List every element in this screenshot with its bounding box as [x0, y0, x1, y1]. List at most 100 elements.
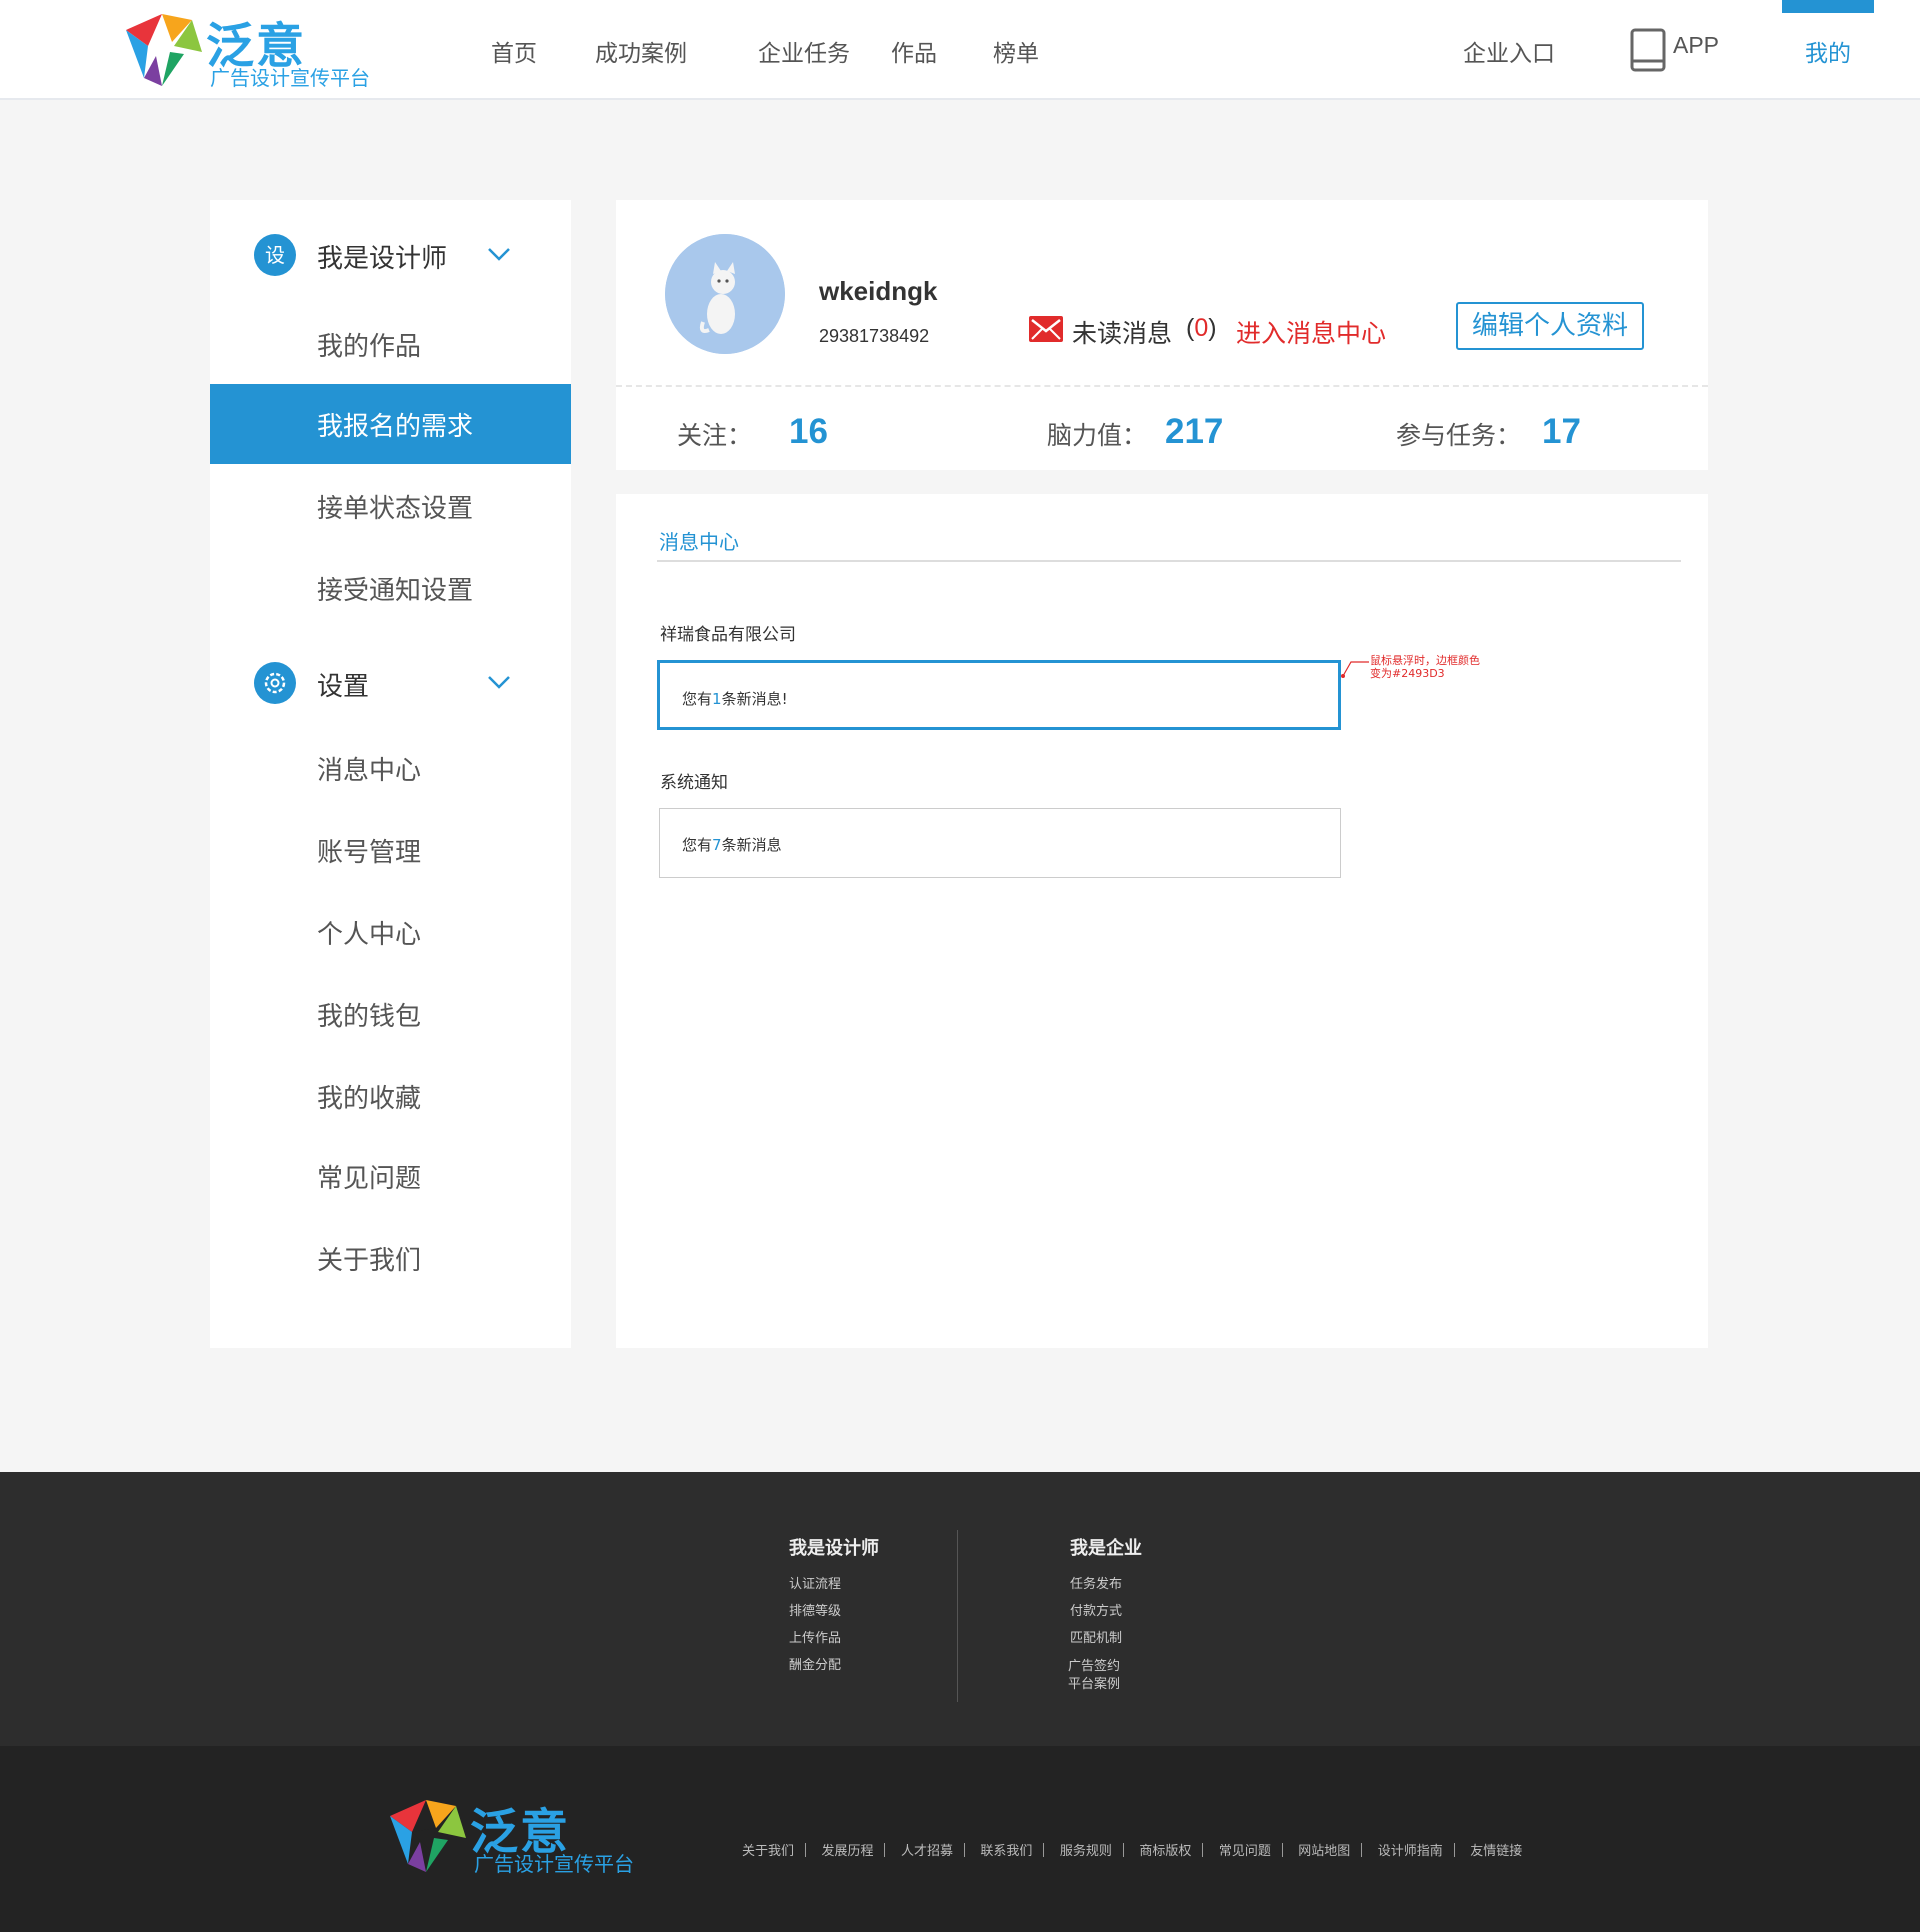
sidebar-item-message-center[interactable]: 消息中心: [210, 728, 571, 808]
sidebar-section-designer[interactable]: 设 我是设计师: [210, 224, 571, 284]
footer-link[interactable]: 付款方式: [1070, 1600, 1122, 1619]
nav-home[interactable]: 首页: [491, 34, 537, 68]
message-center-title: 消息中心: [659, 530, 739, 554]
nav-success-cases[interactable]: 成功案例: [595, 34, 687, 68]
sidebar-item-label: 关于我们: [317, 1246, 422, 1276]
site-logo[interactable]: 泛意 广告设计宣传平台: [122, 10, 382, 90]
footer-link[interactable]: 排德等级: [789, 1600, 841, 1619]
sidebar-item-account-management[interactable]: 账号管理: [210, 810, 571, 890]
message-group-label: 系统通知: [660, 773, 728, 793]
footer-designer-title: 我是设计师: [789, 1538, 879, 1559]
sidebar-item-notification-settings[interactable]: 接受通知设置: [210, 548, 571, 628]
stat-follow-label: 关注：: [677, 421, 753, 450]
nav-mine-label: 我的: [1805, 41, 1851, 67]
sidebar-item-label: 消息中心: [317, 756, 422, 786]
footer-link-careers[interactable]: 人才招募: [901, 1844, 953, 1859]
footer-link[interactable]: 平台案例: [1068, 1673, 1120, 1692]
sidebar-item-label: 个人中心: [317, 920, 422, 950]
active-tab-indicator: [1782, 0, 1874, 13]
footer-link-trademark[interactable]: 商标版权: [1139, 1844, 1191, 1859]
sidebar-item-label: 接单状态设置: [317, 494, 474, 524]
message-item[interactable]: 您有7条新消息: [659, 808, 1341, 878]
sidebar-item-label: 常见问题: [317, 1164, 422, 1194]
message-group-label: 祥瑞食品有限公司: [660, 625, 796, 645]
footer-bottom: 泛意 广告设计宣传平台 关于我们 发展历程 人才招募 联系我们 服务规则 商标版…: [0, 1746, 1920, 1932]
footer-link[interactable]: 酬金分配: [789, 1654, 841, 1673]
footer-link-friend-links[interactable]: 友情链接: [1470, 1844, 1522, 1859]
footer-column-divider: [957, 1530, 958, 1702]
sidebar-item-label: 接受通知设置: [317, 576, 474, 606]
stat-follow-value[interactable]: 16: [789, 412, 828, 452]
separator: [1122, 1843, 1124, 1857]
username: wkeidngk: [819, 276, 938, 306]
designer-badge-icon: 设: [254, 234, 296, 276]
footer-link[interactable]: 上传作品: [789, 1627, 841, 1646]
cat-avatar-icon: [665, 234, 785, 354]
footer-link-contact[interactable]: 联系我们: [980, 1844, 1032, 1859]
sidebar: 设 我是设计师 我的作品 我报名的需求 接单状态设置 接受通知设置 设置 消息中…: [210, 200, 571, 1348]
separator: [963, 1843, 965, 1857]
sidebar-item-my-wallet[interactable]: 我的钱包: [210, 974, 571, 1054]
sidebar-item-faq[interactable]: 常见问题: [210, 1136, 571, 1216]
footer-logo[interactable]: 泛意 广告设计宣传平台: [386, 1796, 656, 1876]
footer-link-service-rules[interactable]: 服务规则: [1060, 1844, 1112, 1859]
footer-link-faq[interactable]: 常见问题: [1219, 1844, 1271, 1859]
user-id: 29381738492: [819, 326, 930, 346]
footer-link[interactable]: 认证流程: [789, 1573, 841, 1592]
sidebar-item-label: 我的收藏: [317, 1084, 422, 1114]
stat-brainpower-value: 217: [1165, 412, 1224, 451]
app-label: APP: [1673, 32, 1720, 58]
edit-profile-button[interactable]: 编辑个人资料: [1456, 302, 1644, 350]
enter-message-center-link[interactable]: 进入消息中心: [1236, 314, 1386, 350]
sidebar-item-order-status-settings[interactable]: 接单状态设置: [210, 466, 571, 546]
separator: [805, 1843, 807, 1857]
logo-subtitle: 广告设计宣传平台: [210, 66, 370, 90]
footer-enterprise-title: 我是企业: [1070, 1538, 1142, 1559]
footer-link-sitemap[interactable]: 网站地图: [1298, 1844, 1350, 1859]
avatar[interactable]: [665, 234, 785, 354]
footer-link[interactable]: 匹配机制: [1070, 1627, 1122, 1646]
nav-works[interactable]: 作品: [891, 34, 937, 68]
unread-count-value: 0: [1194, 314, 1209, 342]
footer-link[interactable]: 广告签约: [1068, 1655, 1120, 1674]
nav-mine[interactable]: 我的: [1782, 0, 1874, 80]
message-item[interactable]: 您有1条新消息!: [657, 660, 1341, 730]
gear-icon: [254, 662, 296, 704]
sidebar-section-label: 我是设计师: [317, 244, 448, 274]
footer-bottom-links: 关于我们 发展历程 人才招募 联系我们 服务规则 商标版权 常见问题 网站地图 …: [742, 1840, 1522, 1860]
top-header: 泛意 广告设计宣传平台 首页 成功案例 企业任务 作品 榜单 企业入口 APP …: [0, 0, 1920, 100]
footer-link-history[interactable]: 发展历程: [821, 1844, 873, 1859]
footer-link-designer-guide[interactable]: 设计师指南: [1378, 1844, 1443, 1859]
sidebar-item-label: 我的钱包: [317, 1002, 422, 1032]
message-center-panel: 消息中心 祥瑞食品有限公司 您有1条新消息! 鼠标悬浮时，边框颜色变为#2493…: [616, 494, 1708, 1348]
separator: [1281, 1843, 1283, 1857]
chevron-down-icon: [488, 248, 510, 261]
design-annotation: 鼠标悬浮时，边框颜色变为#2493D3: [1370, 654, 1480, 680]
sidebar-section-label: 设置: [317, 672, 370, 702]
sidebar-item-personal-center[interactable]: 个人中心: [210, 892, 571, 972]
footer-link[interactable]: 任务发布: [1070, 1573, 1122, 1592]
sidebar-item-about-us[interactable]: 关于我们: [210, 1218, 571, 1298]
nav-enterprise-tasks[interactable]: 企业任务: [758, 34, 850, 68]
logo-mark-icon: [390, 1800, 466, 1872]
footer-links-section: 我是设计师 认证流程 排德等级 上传作品 酬金分配 我是企业 任务发布 付款方式…: [0, 1472, 1920, 1746]
separator: [1361, 1843, 1363, 1857]
sidebar-item-label: 我的作品: [317, 332, 422, 362]
sidebar-section-settings[interactable]: 设置: [210, 652, 571, 712]
sidebar-item-my-works[interactable]: 我的作品: [210, 304, 571, 384]
message-text: 您有1条新消息!: [682, 690, 788, 708]
footer-link-about[interactable]: 关于我们: [742, 1844, 794, 1859]
sidebar-item-my-applied-demands[interactable]: 我报名的需求: [210, 384, 571, 464]
stat-tasks-value[interactable]: 17: [1542, 412, 1581, 452]
separator: [1453, 1843, 1455, 1857]
separator: [884, 1843, 886, 1857]
nav-enterprise-entry[interactable]: 企业入口: [1463, 34, 1555, 68]
stat-tasks-label: 参与任务：: [1396, 421, 1522, 450]
nav-rankings[interactable]: 榜单: [993, 34, 1039, 68]
stat-brainpower-label: 脑力值：: [1047, 421, 1148, 450]
title-divider: [657, 560, 1681, 562]
profile-card: wkeidngk 29381738492 未读消息 (0) 进入消息中心 编辑个…: [616, 200, 1708, 470]
mail-icon: [1029, 316, 1063, 342]
separator: [1043, 1843, 1045, 1857]
sidebar-item-my-favorites[interactable]: 我的收藏: [210, 1056, 571, 1136]
